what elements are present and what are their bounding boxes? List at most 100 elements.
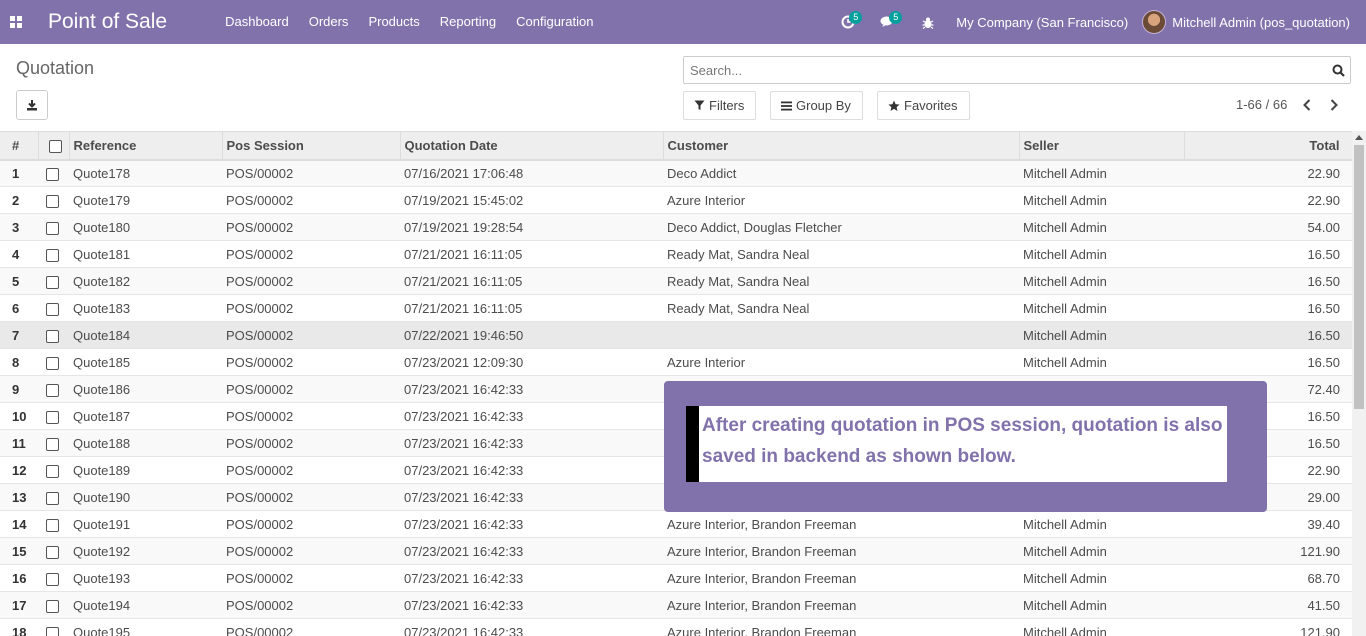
- table-row[interactable]: 6 Quote183 POS/00002 07/21/2021 16:11:05 Rea…: [0, 294, 1352, 322]
- row-number: 9: [12, 381, 20, 397]
- table-row[interactable]: 4 Quote181 POS/00002 07/21/2021 16:11:05 Rea…: [0, 240, 1352, 268]
- row-select-cell: [38, 160, 69, 187]
- cell-total: 121.90: [1300, 543, 1340, 559]
- row-checkbox[interactable]: [46, 275, 59, 289]
- top-navbar: Point of Sale Dashboard Orders Products …: [0, 0, 1366, 44]
- row-checkbox[interactable]: [46, 518, 59, 532]
- cell-total: 22.90: [1307, 192, 1340, 208]
- row-checkbox[interactable]: [46, 302, 59, 316]
- menu-dashboard[interactable]: Dashboard: [215, 0, 299, 44]
- row-checkbox[interactable]: [46, 410, 59, 424]
- row-checkbox[interactable]: [46, 545, 59, 559]
- debug-button[interactable]: [908, 0, 948, 44]
- menu-products[interactable]: Products: [358, 0, 429, 44]
- scrollbar-thumb[interactable]: [1354, 145, 1364, 409]
- cell-quotation-date: 07/23/2021 16:42:33: [404, 597, 524, 613]
- apps-menu-button[interactable]: [0, 0, 32, 44]
- row-checkbox[interactable]: [46, 599, 59, 613]
- table-row[interactable]: 3 Quote180 POS/00002 07/19/2021 19:28:54 Dec…: [0, 213, 1352, 241]
- menu-configuration[interactable]: Configuration: [506, 0, 603, 44]
- bars-icon: [781, 101, 792, 111]
- table-row[interactable]: 14 Quote191 POS/00002 07/23/2021 16:42:33 Az…: [0, 510, 1352, 538]
- groupby-label: Group By: [796, 98, 851, 113]
- cell-quotation-date: 07/23/2021 16:42:33: [404, 624, 524, 636]
- cell-customer: Ready Mat, Sandra Neal: [667, 300, 810, 316]
- callout-text-box: After creating quotation in POS session,…: [686, 406, 1227, 482]
- cell-customer: Azure Interior: [667, 354, 746, 370]
- row-checkbox[interactable]: [46, 167, 59, 181]
- app-brand[interactable]: Point of Sale: [48, 10, 167, 34]
- filters-button[interactable]: Filters: [683, 91, 756, 120]
- row-checkbox[interactable]: [46, 221, 59, 235]
- column-header-reference[interactable]: Reference: [69, 131, 223, 161]
- table-row[interactable]: 17 Quote194 POS/00002 07/23/2021 16:42:33 Az…: [0, 591, 1352, 619]
- favorites-button[interactable]: Favorites: [877, 91, 970, 120]
- row-checkbox[interactable]: [46, 491, 59, 505]
- row-select-cell: [38, 457, 69, 484]
- column-header-customer[interactable]: Customer: [663, 131, 1020, 161]
- cell-reference: Quote192: [73, 543, 131, 559]
- row-checkbox[interactable]: [46, 572, 59, 586]
- row-number: 2: [12, 192, 20, 208]
- table-row[interactable]: 8 Quote185 POS/00002 07/23/2021 12:09:30 Azu…: [0, 348, 1352, 376]
- activity-button[interactable]: 5: [828, 0, 868, 44]
- row-number: 8: [12, 354, 20, 370]
- table-row[interactable]: 5 Quote182 POS/00002 07/21/2021 16:11:05 Rea…: [0, 267, 1352, 295]
- messages-button[interactable]: 5: [868, 0, 908, 44]
- cell-seller: Mitchell Admin: [1023, 570, 1107, 586]
- groupby-button[interactable]: Group By: [770, 91, 863, 120]
- row-checkbox[interactable]: [46, 194, 59, 208]
- menu-orders[interactable]: Orders: [299, 0, 359, 44]
- row-select-cell: [38, 349, 69, 376]
- cell-quotation-date: 07/21/2021 16:11:05: [404, 300, 523, 316]
- search-button[interactable]: [1326, 64, 1350, 77]
- vertical-scrollbar[interactable]: [1352, 131, 1366, 636]
- table-row[interactable]: 2 Quote179 POS/00002 07/19/2021 15:45:02 Azu…: [0, 186, 1352, 214]
- row-checkbox[interactable]: [46, 356, 59, 370]
- cell-total: 54.00: [1307, 219, 1340, 235]
- favorites-label: Favorites: [904, 98, 958, 113]
- search-input[interactable]: [684, 57, 1326, 83]
- cell-total: 16.50: [1307, 354, 1340, 370]
- row-select-cell: [38, 538, 69, 565]
- pager-next-button[interactable]: [1325, 94, 1343, 116]
- star-icon: [888, 100, 900, 112]
- select-all-checkbox[interactable]: [48, 139, 62, 153]
- row-number: 7: [12, 327, 20, 343]
- row-checkbox[interactable]: [46, 248, 59, 262]
- column-header-total[interactable]: Total: [1184, 131, 1352, 161]
- menu-reporting[interactable]: Reporting: [430, 0, 506, 44]
- column-header-quotation-date[interactable]: Quotation Date: [400, 131, 664, 161]
- user-name: Mitchell Admin (pos_quotation): [1172, 14, 1350, 30]
- scroll-up-arrow-icon[interactable]: [1355, 135, 1363, 140]
- row-select-cell: [38, 565, 69, 592]
- row-checkbox[interactable]: [46, 437, 59, 451]
- cell-customer: Azure Interior, Brandon Freeman: [667, 624, 857, 636]
- row-checkbox[interactable]: [46, 626, 59, 636]
- cell-reference: Quote179: [73, 192, 131, 208]
- pager-value[interactable]: 1-66 / 66: [1236, 97, 1287, 112]
- column-header-seller[interactable]: Seller: [1019, 131, 1185, 161]
- bug-icon: [922, 17, 934, 29]
- row-checkbox[interactable]: [46, 383, 59, 397]
- company-switcher[interactable]: My Company (San Francisco): [948, 15, 1142, 30]
- cell-pos-session: POS/00002: [226, 543, 294, 559]
- table-row[interactable]: 15 Quote192 POS/00002 07/23/2021 16:42:33 Az…: [0, 537, 1352, 565]
- search-icon: [1332, 64, 1345, 77]
- cell-reference: Quote195: [73, 624, 131, 636]
- cell-reference: Quote187: [73, 408, 131, 424]
- column-header-pos-session[interactable]: Pos Session: [222, 131, 401, 161]
- row-select-cell: [38, 619, 69, 636]
- cell-seller: Mitchell Admin: [1023, 354, 1107, 370]
- table-row[interactable]: 1 Quote178 POS/00002 07/16/2021 17:06:48 Dec…: [0, 159, 1352, 187]
- table-row[interactable]: 18 Quote195 POS/00002 07/23/2021 16:42:33 Az…: [0, 618, 1352, 636]
- export-button[interactable]: [16, 90, 48, 120]
- user-menu[interactable]: Mitchell Admin (pos_quotation): [1142, 10, 1366, 34]
- row-checkbox[interactable]: [46, 464, 59, 478]
- table-row[interactable]: 16 Quote193 POS/00002 07/23/2021 16:42:33 Az…: [0, 564, 1352, 592]
- cell-quotation-date: 07/23/2021 16:42:33: [404, 408, 524, 424]
- table-row[interactable]: 7 Quote184 POS/00002 07/22/2021 19:46:50 Mit…: [0, 321, 1352, 349]
- cell-reference: Quote190: [73, 489, 131, 505]
- pager-previous-button[interactable]: [1298, 94, 1316, 116]
- row-checkbox[interactable]: [46, 329, 59, 343]
